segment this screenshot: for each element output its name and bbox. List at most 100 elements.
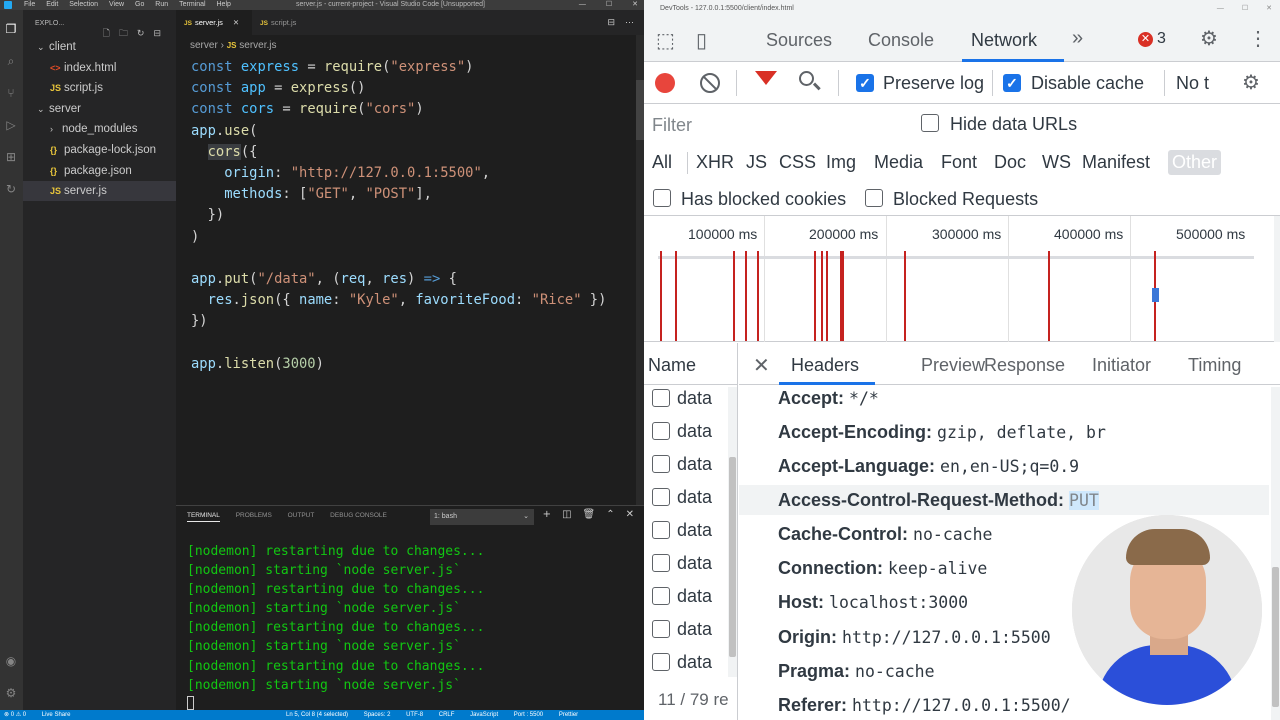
source-control-icon[interactable]: ⑂ — [4, 86, 18, 100]
scrollbar-thumb[interactable] — [1272, 567, 1279, 707]
code-line[interactable]: const express = require("express") — [191, 57, 473, 78]
account-icon[interactable]: ◉ — [4, 654, 18, 668]
tree-folder-server[interactable]: ⌄ server — [37, 99, 176, 119]
record-button[interactable] — [655, 73, 675, 93]
menu-file[interactable]: File — [24, 0, 35, 10]
status-encoding[interactable]: UTF-8 — [406, 712, 423, 718]
request-row[interactable]: data — [644, 449, 730, 482]
settings-gear-icon[interactable]: ⚙ — [1200, 26, 1218, 51]
split-editor-icon[interactable]: ⊟ — [607, 17, 615, 27]
maximize-panel-icon[interactable]: ⌃ — [606, 509, 614, 520]
split-terminal-icon[interactable]: ◫ — [562, 509, 571, 520]
menu-go[interactable]: Go — [135, 0, 144, 10]
close-icon[interactable]: ✕ — [632, 1, 638, 8]
device-toolbar-icon[interactable]: ▯ — [696, 28, 707, 53]
search-icon[interactable] — [799, 71, 814, 86]
menu-selection[interactable]: Selection — [69, 0, 98, 10]
network-overview-timeline[interactable]: 100000 ms 200000 ms 300000 ms 400000 ms … — [644, 216, 1280, 342]
tab-script-js[interactable]: JS script.js — [252, 10, 322, 35]
type-filter-doc[interactable]: Doc — [994, 152, 1026, 173]
tab-timing[interactable]: Timing — [1188, 355, 1241, 376]
filter-input[interactable]: Filter — [652, 115, 692, 136]
tab-headers[interactable]: Headers — [791, 355, 859, 376]
code-line[interactable]: const cors = require("cors") — [191, 99, 424, 120]
tree-file-package-json[interactable]: {} package.json — [50, 161, 176, 181]
request-row[interactable]: data — [644, 614, 730, 647]
scrollbar-thumb[interactable] — [636, 80, 644, 140]
tab-console[interactable]: Console — [868, 30, 934, 51]
status-prettier[interactable]: Prettier — [559, 712, 578, 718]
menu-terminal[interactable]: Terminal — [179, 0, 205, 10]
type-filter-ws[interactable]: WS — [1042, 152, 1071, 173]
code-line[interactable]: }) — [191, 311, 208, 332]
status-port[interactable]: Port : 5500 — [514, 712, 543, 718]
tab-network[interactable]: Network — [971, 30, 1037, 51]
hide-data-urls-checkbox[interactable] — [921, 114, 939, 132]
header-value[interactable]: PUT — [1069, 491, 1099, 510]
code-line[interactable]: cors({ — [191, 142, 257, 163]
network-settings-gear-icon[interactable]: ⚙ — [1242, 70, 1260, 95]
editor-scrollbar[interactable] — [636, 35, 644, 505]
type-filter-manifest[interactable]: Manifest — [1082, 152, 1150, 173]
breadcrumb-file[interactable]: server.js — [239, 40, 276, 51]
tab-output[interactable]: OUTPUT — [288, 512, 315, 519]
tree-folder-node-modules[interactable]: › node_modules — [50, 119, 176, 139]
code-line[interactable]: const app = express() — [191, 78, 365, 99]
blocked-requests-checkbox[interactable] — [865, 189, 883, 207]
type-filter-all[interactable]: All — [652, 152, 672, 173]
scrollbar-thumb[interactable] — [729, 457, 736, 657]
menu-edit[interactable]: Edit — [46, 0, 58, 10]
type-filter-js[interactable]: JS — [746, 152, 767, 173]
tree-file-package-lock-json[interactable]: {} package-lock.json — [50, 140, 176, 160]
maximize-icon[interactable]: ☐ — [606, 1, 612, 8]
close-icon[interactable]: ✕ — [1266, 5, 1272, 12]
terminal-output[interactable]: [nodemon] restarting due to changes... [… — [187, 542, 484, 695]
tab-problems[interactable]: PROBLEMS — [236, 512, 272, 519]
tab-terminal[interactable]: TERMINAL — [187, 512, 220, 522]
tab-preview[interactable]: Preview — [921, 355, 985, 376]
kebab-menu-icon[interactable]: ⋮ — [1248, 26, 1268, 51]
type-filter-other[interactable]: Other — [1168, 150, 1222, 175]
more-tabs-icon[interactable]: » — [1072, 27, 1083, 50]
status-live-share[interactable]: Live Share — [42, 712, 71, 718]
type-filter-css[interactable]: CSS — [779, 152, 816, 173]
more-actions-icon[interactable]: ⋯ — [625, 17, 634, 27]
code-line[interactable]: ) — [191, 227, 199, 248]
explorer-icon[interactable]: ❐ — [4, 22, 18, 36]
name-column-header[interactable]: Name — [644, 343, 738, 385]
minimize-icon[interactable]: — — [1217, 5, 1224, 12]
status-eol[interactable]: CRLF — [439, 712, 455, 718]
throttling-select[interactable]: No t — [1176, 73, 1209, 94]
breadcrumb-folder[interactable]: server — [190, 40, 218, 51]
timeline-scrollbar[interactable] — [1274, 216, 1280, 342]
close-icon[interactable]: ✕ — [626, 509, 634, 520]
code-line[interactable]: origin: "http://127.0.0.1:5500", — [191, 163, 490, 184]
settings-gear-icon[interactable]: ⚙ — [4, 686, 18, 700]
tree-file-script-js[interactable]: JS script.js — [50, 78, 176, 98]
run-debug-icon[interactable]: ▷ — [4, 118, 18, 132]
request-row[interactable]: data — [644, 482, 730, 515]
code-line[interactable]: res.json({ name: "Kyle", favoriteFood: "… — [191, 290, 607, 311]
request-row[interactable]: data — [644, 383, 730, 416]
add-terminal-icon[interactable]: + — [543, 509, 551, 520]
live-share-icon[interactable]: ↻ — [4, 182, 18, 196]
clear-icon[interactable] — [700, 73, 720, 93]
tab-sources[interactable]: Sources — [766, 30, 832, 51]
close-icon[interactable]: ✕ — [233, 18, 239, 27]
status-problems[interactable]: ⊗ 0 ⚠ 0 — [4, 712, 26, 718]
code-line[interactable]: }) — [191, 205, 225, 226]
type-filter-img[interactable]: Img — [826, 152, 856, 173]
has-blocked-cookies-checkbox[interactable] — [653, 189, 671, 207]
tab-debug-console[interactable]: DEBUG CONSOLE — [330, 512, 387, 519]
tree-file-index-html[interactable]: <> index.html — [50, 58, 176, 78]
trash-icon[interactable]: 🗑 — [583, 509, 596, 520]
inspect-element-icon[interactable]: ⬚ — [656, 28, 675, 53]
code-line[interactable]: app.use( — [191, 121, 257, 142]
extensions-icon[interactable]: ⊞ — [4, 150, 18, 164]
tree-folder-client[interactable]: ⌄ client — [37, 37, 176, 57]
tree-file-server-js[interactable]: JS server.js — [23, 181, 176, 201]
code-line[interactable]: app.listen(3000) — [191, 354, 324, 375]
minimize-icon[interactable]: — — [579, 1, 586, 8]
filter-funnel-icon[interactable] — [755, 71, 777, 85]
request-row[interactable]: data — [644, 548, 730, 581]
